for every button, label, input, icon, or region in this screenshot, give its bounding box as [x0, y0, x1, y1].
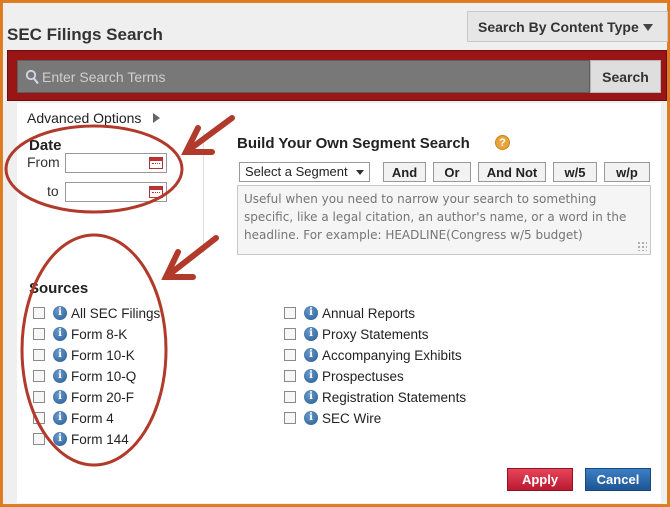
source-label: Registration Statements — [322, 389, 467, 405]
search-bar: Search — [7, 50, 667, 101]
source-label: Prospectuses — [322, 368, 404, 384]
source-label: SEC Wire — [322, 410, 382, 426]
info-icon[interactable]: i — [304, 369, 318, 383]
calendar-icon[interactable] — [149, 157, 163, 169]
operator-wp-button[interactable]: w/p — [604, 162, 650, 182]
info-icon[interactable]: i — [53, 432, 67, 446]
source-checkbox[interactable] — [33, 391, 45, 403]
source-checkbox[interactable] — [33, 307, 45, 319]
info-icon[interactable]: i — [53, 348, 67, 362]
source-checkbox[interactable] — [33, 349, 45, 361]
source-item[interactable]: i Proxy Statements — [284, 325, 429, 343]
info-icon[interactable]: i — [304, 306, 318, 320]
cancel-button[interactable]: Cancel — [585, 468, 651, 491]
segment-query-textarea[interactable] — [237, 185, 651, 255]
segment-select[interactable]: Select a Segment — [239, 162, 370, 182]
sources-heading: Sources — [29, 280, 89, 297]
date-to-label: to — [47, 183, 59, 199]
content-type-label: Search By Content Type — [478, 18, 639, 35]
source-label: Accompanying Exhibits — [322, 347, 462, 363]
source-checkbox[interactable] — [33, 412, 45, 424]
chevron-down-icon — [356, 170, 364, 175]
source-item[interactable]: i Form 10-Q — [33, 367, 136, 385]
date-heading: Date — [29, 137, 62, 154]
info-icon[interactable]: i — [304, 390, 318, 404]
source-checkbox[interactable] — [284, 307, 296, 319]
info-icon[interactable]: i — [53, 306, 67, 320]
chevron-right-icon[interactable] — [153, 113, 160, 123]
operator-or-button[interactable]: Or — [433, 162, 471, 182]
source-label: Form 10-Q — [71, 368, 137, 384]
source-item[interactable]: i Form 4 — [33, 409, 114, 427]
source-item[interactable]: i SEC Wire — [284, 409, 381, 427]
help-icon[interactable]: ? — [495, 135, 510, 150]
source-item[interactable]: i Accompanying Exhibits — [284, 346, 462, 364]
chevron-down-icon — [643, 24, 653, 31]
source-label: Form 144 — [71, 431, 129, 447]
source-label: Form 4 — [71, 410, 114, 426]
source-checkbox[interactable] — [284, 349, 296, 361]
info-icon[interactable]: i — [53, 411, 67, 425]
calendar-icon[interactable] — [149, 186, 163, 198]
search-button[interactable]: Search — [590, 60, 661, 93]
operator-w5-button[interactable]: w/5 — [553, 162, 597, 182]
advanced-panel: Advanced Options Date From to Build Your… — [17, 103, 661, 503]
source-checkbox[interactable] — [284, 391, 296, 403]
dialog-frame: SEC Filings Search Search By Content Typ… — [2, 2, 668, 505]
advanced-options-toggle[interactable]: Advanced Options — [27, 110, 141, 126]
search-input[interactable] — [42, 61, 587, 92]
source-checkbox[interactable] — [33, 328, 45, 340]
source-checkbox[interactable] — [33, 370, 45, 382]
source-item[interactable]: i Form 20-F — [33, 388, 134, 406]
info-icon[interactable]: i — [53, 390, 67, 404]
info-icon[interactable]: i — [53, 327, 67, 341]
info-icon[interactable]: i — [304, 348, 318, 362]
date-from-label: From — [27, 154, 60, 170]
date-from-input[interactable] — [65, 153, 167, 173]
source-checkbox[interactable] — [284, 370, 296, 382]
date-to-input[interactable] — [65, 182, 167, 202]
source-label: Form 10-K — [71, 347, 135, 363]
source-checkbox[interactable] — [284, 328, 296, 340]
segment-heading: Build Your Own Segment Search — [237, 135, 470, 152]
content-type-dropdown[interactable]: Search By Content Type — [467, 11, 668, 42]
source-item[interactable]: i All SEC Filings — [33, 304, 160, 322]
source-item[interactable]: i Registration Statements — [284, 388, 466, 406]
source-label: Form 20-F — [71, 389, 135, 405]
search-icon — [25, 69, 39, 85]
source-item[interactable]: i Form 8-K — [33, 325, 127, 343]
source-checkbox[interactable] — [284, 412, 296, 424]
info-icon[interactable]: i — [304, 411, 318, 425]
source-label: Annual Reports — [322, 305, 416, 321]
section-divider — [203, 133, 204, 253]
page-title: SEC Filings Search — [7, 25, 163, 44]
source-label: Form 8-K — [71, 326, 128, 342]
source-label: Proxy Statements — [322, 326, 429, 342]
search-input-wrapper — [17, 60, 590, 93]
info-icon[interactable]: i — [304, 327, 318, 341]
source-item[interactable]: i Prospectuses — [284, 367, 404, 385]
apply-button[interactable]: Apply — [507, 468, 573, 491]
info-icon[interactable]: i — [53, 369, 67, 383]
source-item[interactable]: i Annual Reports — [284, 304, 415, 322]
source-item[interactable]: i Form 144 — [33, 430, 129, 448]
source-checkbox[interactable] — [33, 433, 45, 445]
resize-grip-icon[interactable] — [637, 241, 647, 251]
operator-and-button[interactable]: And — [383, 162, 426, 182]
source-label: All SEC Filings — [71, 305, 161, 321]
segment-select-value: Select a Segment — [245, 164, 348, 179]
source-item[interactable]: i Form 10-K — [33, 346, 135, 364]
operator-and-not-button[interactable]: And Not — [478, 162, 546, 182]
